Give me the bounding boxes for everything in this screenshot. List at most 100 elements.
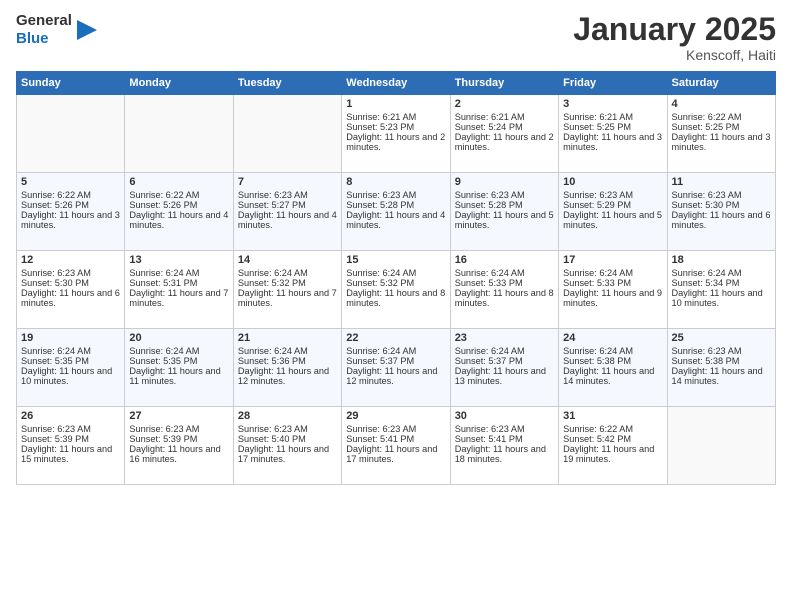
- weekday-header: Sunday: [17, 72, 125, 95]
- logo: General Blue: [16, 12, 97, 47]
- calendar-cell: 24Sunrise: 6:24 AMSunset: 5:38 PMDayligh…: [559, 329, 667, 407]
- sunrise-text: Sunrise: 6:23 AM: [346, 424, 416, 434]
- day-number: 15: [346, 254, 445, 266]
- weekday-header: Thursday: [450, 72, 558, 95]
- sunset-text: Sunset: 5:39 PM: [129, 434, 197, 444]
- daylight-text: Daylight: 11 hours and 16 minutes.: [129, 444, 220, 464]
- sunset-text: Sunset: 5:29 PM: [563, 200, 631, 210]
- day-number: 10: [563, 176, 662, 188]
- daylight-text: Daylight: 11 hours and 18 minutes.: [455, 444, 546, 464]
- daylight-text: Daylight: 11 hours and 5 minutes.: [563, 210, 662, 230]
- sunset-text: Sunset: 5:37 PM: [346, 356, 414, 366]
- calendar-cell: 17Sunrise: 6:24 AMSunset: 5:33 PMDayligh…: [559, 251, 667, 329]
- sunset-text: Sunset: 5:27 PM: [238, 200, 306, 210]
- sunrise-text: Sunrise: 6:24 AM: [563, 268, 633, 278]
- calendar-cell: [667, 407, 775, 485]
- calendar-cell: 22Sunrise: 6:24 AMSunset: 5:37 PMDayligh…: [342, 329, 450, 407]
- daylight-text: Daylight: 11 hours and 17 minutes.: [346, 444, 437, 464]
- daylight-text: Daylight: 11 hours and 10 minutes.: [21, 366, 112, 386]
- day-number: 3: [563, 98, 662, 110]
- page-header: General Blue January 2025 Kenscoff, Hait…: [16, 12, 776, 63]
- calendar-cell: 21Sunrise: 6:24 AMSunset: 5:36 PMDayligh…: [233, 329, 341, 407]
- calendar-cell: [125, 95, 233, 173]
- day-number: 11: [672, 176, 771, 188]
- sunrise-text: Sunrise: 6:24 AM: [672, 268, 742, 278]
- day-number: 17: [563, 254, 662, 266]
- calendar-cell: 6Sunrise: 6:22 AMSunset: 5:26 PMDaylight…: [125, 173, 233, 251]
- calendar-cell: 19Sunrise: 6:24 AMSunset: 5:35 PMDayligh…: [17, 329, 125, 407]
- daylight-text: Daylight: 11 hours and 7 minutes.: [238, 288, 337, 308]
- month-title: January 2025: [573, 12, 776, 47]
- daylight-text: Daylight: 11 hours and 7 minutes.: [129, 288, 228, 308]
- weekday-header: Wednesday: [342, 72, 450, 95]
- sunset-text: Sunset: 5:35 PM: [129, 356, 197, 366]
- sunset-text: Sunset: 5:33 PM: [455, 278, 523, 288]
- calendar-cell: 4Sunrise: 6:22 AMSunset: 5:25 PMDaylight…: [667, 95, 775, 173]
- daylight-text: Daylight: 11 hours and 3 minutes.: [21, 210, 120, 230]
- daylight-text: Daylight: 11 hours and 2 minutes.: [346, 132, 445, 152]
- day-number: 27: [129, 410, 228, 422]
- day-number: 18: [672, 254, 771, 266]
- daylight-text: Daylight: 11 hours and 4 minutes.: [346, 210, 445, 230]
- calendar-cell: [17, 95, 125, 173]
- sunrise-text: Sunrise: 6:23 AM: [238, 424, 308, 434]
- sunset-text: Sunset: 5:23 PM: [346, 122, 414, 132]
- daylight-text: Daylight: 11 hours and 12 minutes.: [238, 366, 329, 386]
- calendar-cell: 23Sunrise: 6:24 AMSunset: 5:37 PMDayligh…: [450, 329, 558, 407]
- daylight-text: Daylight: 11 hours and 8 minutes.: [346, 288, 445, 308]
- calendar-cell: 20Sunrise: 6:24 AMSunset: 5:35 PMDayligh…: [125, 329, 233, 407]
- day-number: 23: [455, 332, 554, 344]
- calendar-cell: 31Sunrise: 6:22 AMSunset: 5:42 PMDayligh…: [559, 407, 667, 485]
- daylight-text: Daylight: 11 hours and 2 minutes.: [455, 132, 554, 152]
- calendar-cell: 3Sunrise: 6:21 AMSunset: 5:25 PMDaylight…: [559, 95, 667, 173]
- sunset-text: Sunset: 5:28 PM: [346, 200, 414, 210]
- sunrise-text: Sunrise: 6:22 AM: [129, 190, 199, 200]
- sunrise-text: Sunrise: 6:23 AM: [346, 190, 416, 200]
- calendar-cell: 7Sunrise: 6:23 AMSunset: 5:27 PMDaylight…: [233, 173, 341, 251]
- sunrise-text: Sunrise: 6:21 AM: [455, 112, 525, 122]
- calendar-cell: 30Sunrise: 6:23 AMSunset: 5:41 PMDayligh…: [450, 407, 558, 485]
- sunset-text: Sunset: 5:25 PM: [672, 122, 740, 132]
- day-number: 4: [672, 98, 771, 110]
- day-number: 22: [346, 332, 445, 344]
- calendar-cell: 29Sunrise: 6:23 AMSunset: 5:41 PMDayligh…: [342, 407, 450, 485]
- sunrise-text: Sunrise: 6:23 AM: [455, 190, 525, 200]
- weekday-header: Friday: [559, 72, 667, 95]
- sunrise-text: Sunrise: 6:23 AM: [21, 424, 91, 434]
- sunrise-text: Sunrise: 6:24 AM: [129, 346, 199, 356]
- sunrise-text: Sunrise: 6:21 AM: [563, 112, 633, 122]
- calendar-cell: 27 Sunrise: 6:23 AMSunset: 5:39 PMDayligh…: [125, 407, 233, 485]
- sunrise-text: Sunrise: 6:23 AM: [455, 424, 525, 434]
- day-number: 20: [129, 332, 228, 344]
- sunrise-text: Sunrise: 6:24 AM: [238, 346, 308, 356]
- calendar-cell: 13Sunrise: 6:24 AMSunset: 5:31 PMDayligh…: [125, 251, 233, 329]
- day-number: 26: [21, 410, 120, 422]
- sunset-text: Sunset: 5:39 PM: [21, 434, 89, 444]
- sunrise-text: Sunrise: 6:23 AM: [129, 424, 199, 434]
- calendar-cell: 26Sunrise: 6:23 AMSunset: 5:39 PMDayligh…: [17, 407, 125, 485]
- calendar-cell: 2Sunrise: 6:21 AMSunset: 5:24 PMDaylight…: [450, 95, 558, 173]
- calendar-cell: 10 Sunrise: 6:23 AMSunset: 5:29 PMDayligh…: [559, 173, 667, 251]
- calendar-cell: 8Sunrise: 6:23 AMSunset: 5:28 PMDaylight…: [342, 173, 450, 251]
- sunrise-text: Sunrise: 6:23 AM: [563, 190, 633, 200]
- sunrise-text: Sunrise: 6:24 AM: [455, 346, 525, 356]
- daylight-text: Daylight: 11 hours and 4 minutes.: [238, 210, 337, 230]
- sunrise-text: Sunrise: 6:24 AM: [563, 346, 633, 356]
- day-number: 16: [455, 254, 554, 266]
- calendar-cell: 28Sunrise: 6:23 AMSunset: 5:40 PMDayligh…: [233, 407, 341, 485]
- sunrise-text: Sunrise: 6:22 AM: [563, 424, 633, 434]
- calendar-table: SundayMondayTuesdayWednesdayThursdayFrid…: [16, 71, 776, 485]
- sunset-text: Sunset: 5:41 PM: [455, 434, 523, 444]
- sunset-text: Sunset: 5:35 PM: [21, 356, 89, 366]
- day-number: 5: [21, 176, 120, 188]
- sunrise-text: Sunrise: 6:23 AM: [238, 190, 308, 200]
- sunset-text: Sunset: 5:42 PM: [563, 434, 631, 444]
- sunset-text: Sunset: 5:34 PM: [672, 278, 740, 288]
- day-number: 24: [563, 332, 662, 344]
- daylight-text: Daylight: 11 hours and 3 minutes.: [672, 132, 771, 152]
- day-number: 19: [21, 332, 120, 344]
- calendar-cell: 14Sunrise: 6:24 AMSunset: 5:32 PMDayligh…: [233, 251, 341, 329]
- day-number: 28: [238, 410, 337, 422]
- calendar-cell: 18Sunrise: 6:24 AMSunset: 5:34 PMDayligh…: [667, 251, 775, 329]
- calendar-cell: [233, 95, 341, 173]
